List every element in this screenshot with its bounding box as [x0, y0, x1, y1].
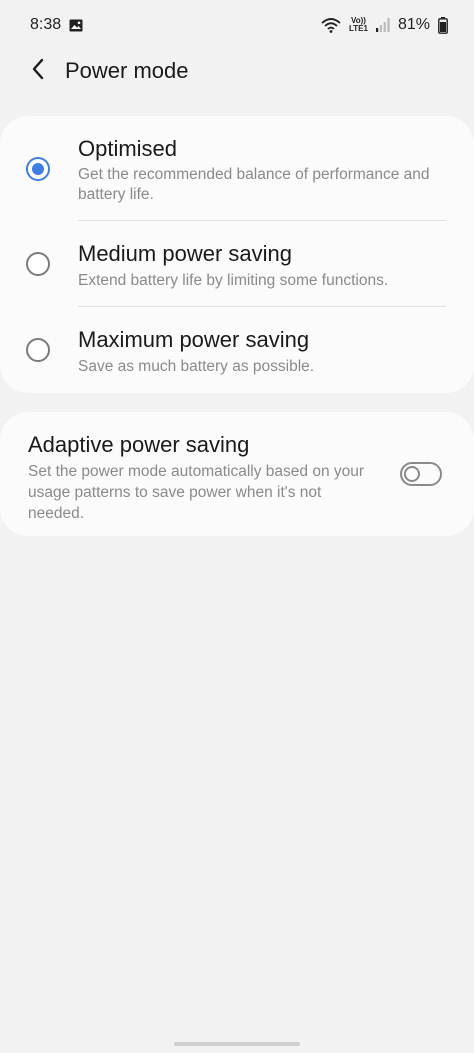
- adaptive-power-saving-card[interactable]: Adaptive power saving Set the power mode…: [0, 412, 474, 536]
- mode-option-maximum-power-saving[interactable]: Maximum power saving Save as much batter…: [0, 307, 474, 393]
- mode-description: Save as much battery as possible.: [78, 358, 315, 375]
- chevron-left-icon: [31, 58, 45, 85]
- battery-icon: [438, 16, 448, 34]
- back-button[interactable]: [20, 53, 56, 89]
- adaptive-power-saving-description: Set the power mode automatically based o…: [28, 463, 365, 522]
- mode-description: Extend battery life by limiting some fun…: [78, 272, 389, 289]
- mode-option-optimised[interactable]: Optimised Get the recommended balance of…: [0, 116, 474, 220]
- mode-option-medium-power-saving[interactable]: Medium power saving Extend battery life …: [0, 221, 474, 306]
- mode-title: Optimised: [78, 136, 178, 161]
- mode-description: Get the recommended balance of performan…: [78, 166, 430, 203]
- page-title: Power mode: [65, 58, 189, 83]
- mode-title: Maximum power saving: [78, 327, 310, 352]
- radio-button-optimised[interactable]: [26, 157, 50, 181]
- battery-percent: 81%: [397, 16, 430, 33]
- network-type-indicator: Vo)) LTE1: [349, 17, 368, 33]
- radio-button-medium-power-saving[interactable]: [26, 252, 50, 276]
- toggle-knob: [404, 466, 420, 482]
- radio-button-maximum-power-saving[interactable]: [26, 338, 50, 362]
- mode-title: Medium power saving: [78, 241, 292, 266]
- adaptive-power-saving-title: Adaptive power saving: [28, 432, 250, 457]
- status-time: 8:38: [30, 16, 62, 33]
- gesture-navigation-handle[interactable]: [174, 1042, 300, 1046]
- signal-icon: [375, 18, 390, 32]
- status-bar: 8:38 Vo)) LTE1 81%: [0, 0, 474, 50]
- app-bar: Power mode: [0, 50, 474, 92]
- status-bar-right: Vo)) LTE1 81%: [321, 16, 448, 34]
- lte-label: LTE1: [349, 24, 368, 33]
- power-mode-options-card: Optimised Get the recommended balance of…: [0, 116, 474, 393]
- wifi-icon: [321, 17, 341, 33]
- status-bar-left: 8:38: [30, 16, 83, 34]
- adaptive-power-saving-toggle[interactable]: [400, 462, 442, 486]
- image-icon: [69, 19, 83, 32]
